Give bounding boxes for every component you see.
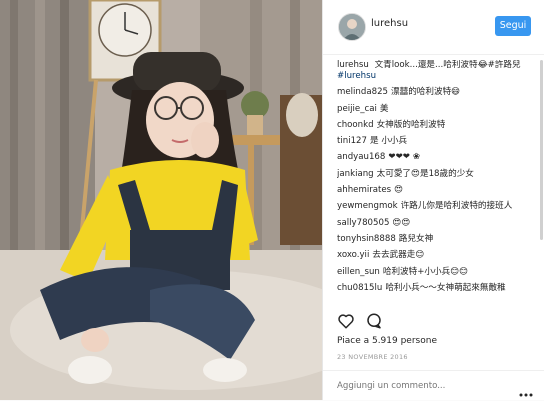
comment-text: 许路儿你是哈利波特的接班人 (400, 201, 513, 212)
comment-username[interactable]: jankiang (337, 169, 374, 179)
follow-button[interactable]: Segui (495, 16, 531, 36)
comment-item: jankiang 太可愛了😍是18歲的少女 (337, 169, 537, 180)
comment-username[interactable]: andyau168 (337, 152, 385, 162)
comment-item: xoxo.yii 去去武器走😊 (337, 250, 537, 261)
comment-item: ahhemirates 😍 (337, 185, 537, 196)
photo-illustration (0, 0, 322, 400)
comments-list[interactable]: lurehsu 文青look...還是...哈利波特😂#許路兒 #lurehsu… (337, 60, 537, 306)
comment-username[interactable]: chu0815lu (337, 283, 382, 293)
comment-item: tini127 是 小小兵 (337, 136, 537, 147)
comment-text: 漂囍的哈利波特😄 (391, 87, 461, 98)
comment-text: 路兒女神 (398, 233, 434, 244)
comment-icon[interactable] (365, 312, 385, 332)
heart-icon-graphic (338, 314, 354, 329)
comment-text: 太可愛了😍是18歲的少女 (376, 168, 474, 179)
comment-username[interactable]: melinda825 (337, 87, 388, 97)
comment-text: 哈利小兵～～女神萌起來無敵稚 (385, 282, 506, 293)
comment-text: 女神版的哈利波特 (376, 119, 446, 130)
comment-item: andyau168 ❤❤❤ ❀ (337, 152, 537, 163)
post-photo[interactable] (0, 0, 322, 400)
post-header: lurehsu Segui (323, 0, 544, 55)
comment-item: chu0815lu 哈利小兵～～女神萌起來無敵稚 (337, 283, 537, 294)
comment-username[interactable]: tonyhsin8888 (337, 234, 396, 244)
post-panel: lurehsu Segui lurehsu 文青look...還是...哈利波特… (322, 0, 544, 400)
post-date: 23 NOVEMBRE 2016 (337, 353, 408, 361)
comment-username[interactable]: ahhemirates (337, 185, 391, 195)
comment-item: peijie_cai 美 (337, 104, 537, 115)
comment-username[interactable]: xoxo.yii (337, 250, 369, 260)
caption-text: 文青look...還是...哈利波特😂#許路兒 (374, 60, 521, 70)
comment-bar (323, 370, 544, 401)
comment-text: 是 小小兵 (370, 136, 408, 147)
heart-icon[interactable] (337, 312, 357, 332)
caption-hashtag[interactable]: #lurehsu (337, 71, 376, 81)
avatar[interactable] (338, 13, 366, 41)
comment-input[interactable] (337, 378, 507, 394)
caption: lurehsu 文青look...還是...哈利波特😂#許路兒 #lurehsu (337, 60, 537, 82)
caption-username[interactable]: lurehsu (337, 60, 369, 70)
comment-item: melinda825 漂囍的哈利波特😄 (337, 87, 537, 98)
comment-item: sally780505 😍😍 (337, 218, 537, 229)
comment-username[interactable]: choonkd (337, 120, 374, 130)
comment-username[interactable]: eillen_sun (337, 267, 380, 277)
comment-text: 😍😍 (392, 217, 411, 228)
comment-text: ❤❤❤ ❀ (388, 152, 420, 163)
avatar-image (339, 14, 365, 40)
more-icon[interactable] (519, 382, 533, 401)
comment-item: eillen_sun 哈利波特+小小兵😊😊 (337, 267, 537, 278)
comment-text: 哈利波特+小小兵😊😊 (382, 266, 469, 277)
comment-item: choonkd 女神版的哈利波特 (337, 120, 537, 131)
comment-text: 😍 (394, 185, 404, 196)
comment-username[interactable]: sally780505 (337, 218, 389, 228)
comment-text: 美 (379, 103, 389, 114)
comment-icon-graphic (367, 313, 381, 329)
comments-scrollbar[interactable] (540, 60, 543, 240)
comment-username[interactable]: peijie_cai (337, 104, 377, 114)
more-icon-graphic (519, 393, 533, 397)
comment-username[interactable]: yewmengmok (337, 201, 398, 211)
comment-text: 去去武器走😊 (372, 250, 425, 261)
likes-count[interactable]: Piace a 5.919 persone (337, 336, 437, 346)
comment-username[interactable]: tini127 (337, 136, 367, 146)
comment-item: tonyhsin8888 路兒女神 (337, 234, 537, 245)
username-link[interactable]: lurehsu (371, 18, 408, 29)
comment-item: yewmengmok 许路儿你是哈利波特的接班人 (337, 201, 537, 212)
